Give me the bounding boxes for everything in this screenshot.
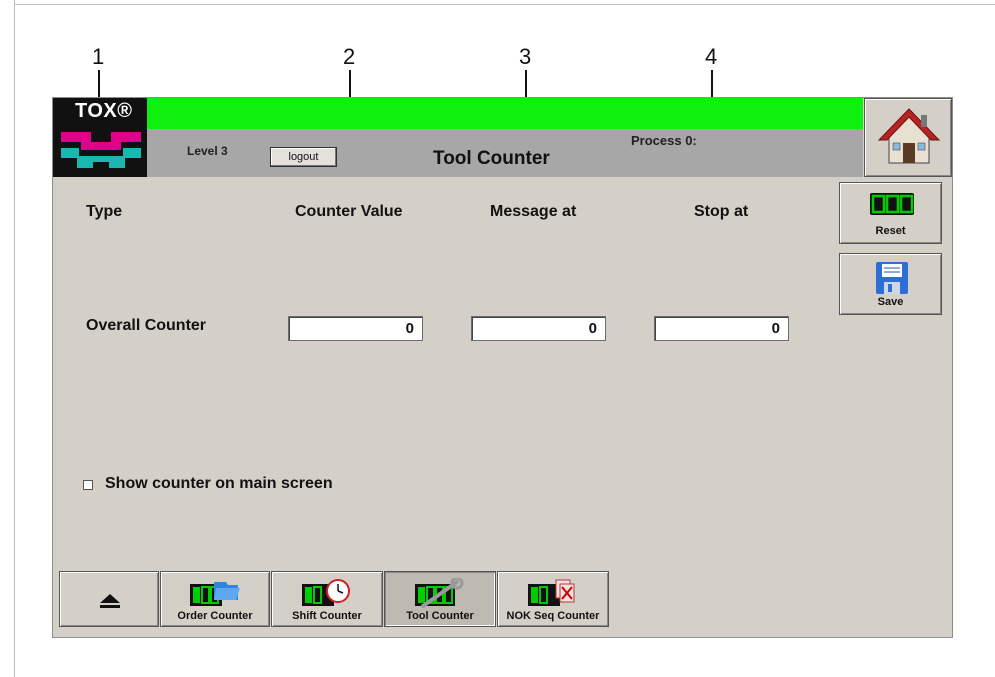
message-at-field[interactable]: 0 bbox=[471, 316, 606, 341]
home-button[interactable] bbox=[864, 98, 952, 177]
column-header-stop-at: Stop at bbox=[694, 203, 749, 220]
counter-reset-icon bbox=[870, 193, 914, 215]
show-counter-checkbox[interactable] bbox=[83, 480, 93, 490]
home-icon bbox=[877, 108, 941, 164]
tox-logo: TOX® bbox=[53, 98, 147, 177]
reset-label: Reset bbox=[875, 225, 906, 237]
user-level: Level 3 bbox=[187, 144, 228, 158]
callout-4: 4 bbox=[705, 44, 718, 69]
counter-value-field[interactable]: 0 bbox=[288, 316, 423, 341]
tox-logo-mark bbox=[61, 132, 141, 168]
callout-3: 3 bbox=[519, 44, 532, 69]
header-bar: Level 3 logout Process 0: Tool Counter bbox=[147, 129, 863, 177]
stop-at-field[interactable]: 0 bbox=[654, 316, 789, 341]
tab-nok-seq-counter-label: NOK Seq Counter bbox=[506, 610, 600, 622]
overall-counter-label: Overall Counter bbox=[86, 317, 207, 334]
callout-2: 2 bbox=[343, 44, 356, 69]
process-label: Process 0: bbox=[631, 133, 697, 148]
floppy-disk-icon bbox=[876, 262, 908, 294]
tab-shift-counter[interactable]: Shift Counter bbox=[271, 571, 383, 627]
save-label: Save bbox=[877, 296, 904, 308]
hmi-screen: TOX® Level 3 logout Process 0: Tool Coun… bbox=[52, 97, 953, 638]
logout-button[interactable]: logout bbox=[270, 147, 337, 167]
shift-counter-icon bbox=[302, 579, 350, 606]
tab-shift-counter-label: Shift Counter bbox=[292, 610, 362, 622]
eject-icon bbox=[100, 594, 120, 608]
column-header-counter-value: Counter Value bbox=[295, 203, 403, 220]
page-title: Tool Counter bbox=[433, 148, 550, 169]
column-header-type: Type bbox=[86, 203, 123, 220]
nok-seq-counter-icon bbox=[528, 579, 575, 606]
tab-order-counter-label: Order Counter bbox=[177, 610, 253, 622]
callout-1: 1 bbox=[92, 44, 105, 69]
show-counter-label: Show counter on main screen bbox=[105, 475, 333, 492]
status-bar bbox=[147, 98, 863, 129]
tab-order-counter[interactable]: Order Counter bbox=[160, 571, 270, 627]
reset-button[interactable]: Reset bbox=[839, 182, 942, 244]
tab-tool-counter[interactable]: Tool Counter bbox=[384, 571, 496, 627]
order-counter-icon bbox=[190, 582, 240, 606]
figure-border-top bbox=[14, 4, 995, 5]
save-button[interactable]: Save bbox=[839, 253, 942, 315]
tab-nok-seq-counter[interactable]: NOK Seq Counter bbox=[497, 571, 609, 627]
column-header-message-at: Message at bbox=[490, 203, 577, 220]
figure-border-left bbox=[14, 0, 15, 677]
tab-tool-counter-label: Tool Counter bbox=[406, 610, 474, 622]
eject-button[interactable] bbox=[59, 571, 159, 627]
tool-counter-icon bbox=[415, 578, 464, 608]
